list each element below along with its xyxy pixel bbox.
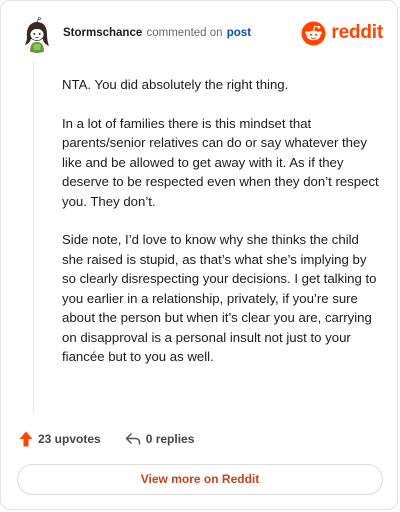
comment-body: NTA. You did absolutely the right thing.…: [62, 75, 380, 386]
comment-byline: Stormschance commented on post: [63, 27, 251, 39]
comment-paragraph: Side note, I’d love to know why she thin…: [62, 232, 377, 364]
action-text: commented on: [146, 27, 223, 39]
brand-wordmark: reddit: [331, 22, 383, 43]
comment-header: Stormschance commented on post reddit: [15, 13, 383, 53]
view-more-button[interactable]: View more on Reddit: [17, 464, 383, 495]
reply-button[interactable]: 0 replies: [125, 432, 195, 446]
comment-paragraph: NTA. You did absolutely the right thing.: [62, 77, 289, 92]
avatar[interactable]: [19, 17, 55, 53]
reddit-brand[interactable]: reddit: [301, 20, 383, 46]
upvote-button[interactable]: 23 upvotes: [19, 431, 101, 447]
post-link[interactable]: post: [227, 27, 251, 39]
reddit-logo-icon: [301, 20, 326, 46]
comment-paragraph: In a lot of families there is this minds…: [62, 115, 379, 209]
upvote-arrow-icon: [19, 431, 33, 447]
thread-line: [33, 61, 34, 413]
upvote-count: 23 upvotes: [38, 432, 101, 446]
reply-count: 0 replies: [145, 432, 195, 446]
comment-actions: 23 upvotes 0 replies: [19, 429, 218, 449]
author-name[interactable]: Stormschance: [63, 27, 142, 39]
comment-card: Stormschance commented on post reddit NT…: [0, 0, 398, 510]
snoo-avatar-icon: [19, 17, 55, 53]
reply-arrow-icon: [125, 433, 140, 445]
